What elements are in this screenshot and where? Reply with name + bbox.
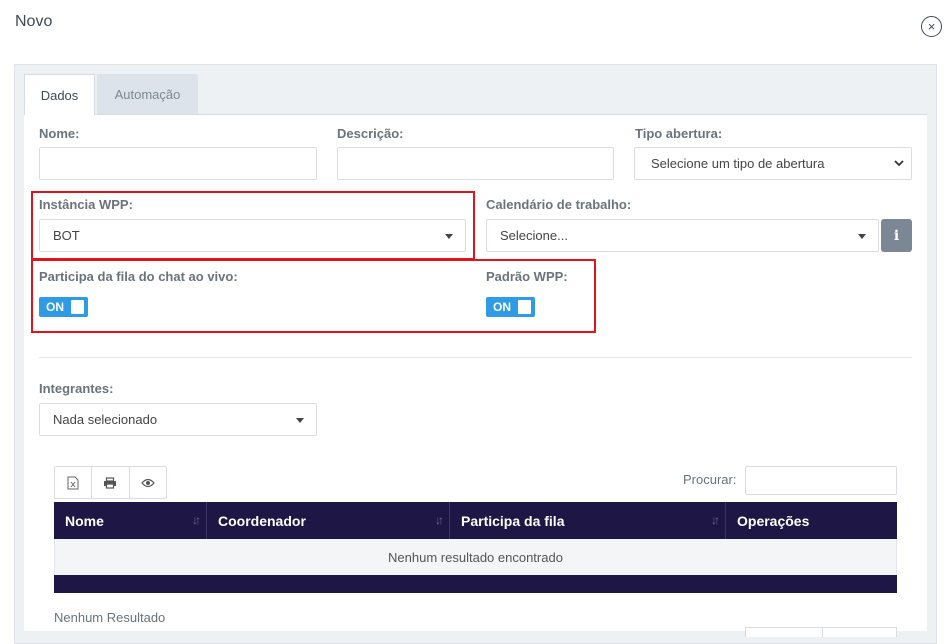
info-icon: i — [893, 227, 900, 244]
section-divider — [39, 357, 912, 358]
table-info-text: Nenhum Resultado — [54, 610, 166, 625]
excel-export-button[interactable] — [55, 467, 93, 498]
search-label: Procurar: — [683, 472, 737, 487]
highlight-box-toggles — [31, 259, 596, 333]
pagination[interactable] — [745, 627, 897, 638]
sort-icon: ↓↑ — [435, 513, 444, 527]
tipo-abertura-value: Selecione um tipo de abertura — [651, 156, 825, 171]
tab-dados[interactable]: Dados — [24, 74, 95, 115]
nome-label: Nome: — [39, 126, 80, 141]
integrantes-label: Integrantes: — [39, 381, 114, 396]
integrantes-select[interactable]: Nada selecionado — [39, 403, 317, 436]
pagination-divider — [822, 628, 823, 638]
tab-automacao[interactable]: Automação — [97, 74, 198, 115]
column-header-nome[interactable]: Nome ↓↑ — [54, 502, 207, 539]
calendario-select[interactable]: Selecione... — [486, 219, 879, 252]
excel-icon — [67, 476, 79, 489]
column-header-label: Coordenador — [218, 512, 306, 529]
print-button[interactable] — [92, 467, 130, 498]
close-icon[interactable]: × — [921, 16, 942, 37]
column-header-label: Nome — [65, 512, 104, 529]
nome-input[interactable] — [39, 147, 317, 180]
table-header: Nome ↓↑ Coordenador ↓↑ Participa da fila… — [54, 502, 897, 539]
calendario-value: Selecione... — [500, 228, 568, 243]
table-export-buttons — [54, 466, 167, 499]
search-input[interactable] — [745, 466, 897, 495]
tipo-abertura-select[interactable]: Selecione um tipo de abertura — [634, 147, 912, 180]
column-header-coordenador[interactable]: Coordenador ↓↑ — [207, 502, 450, 539]
sort-icon: ↓↑ — [711, 513, 720, 527]
empty-message: Nenhum resultado encontrado — [388, 549, 563, 565]
caret-down-icon — [296, 418, 304, 423]
column-header-operacoes: Operações — [726, 502, 897, 539]
integrantes-value: Nada selecionado — [53, 412, 158, 427]
view-columns-button[interactable] — [130, 467, 166, 498]
column-header-label: Participa da fila — [461, 512, 565, 529]
eye-icon — [141, 478, 155, 487]
descricao-input[interactable] — [337, 147, 614, 180]
tipo-abertura-label: Tipo abertura: — [635, 126, 723, 141]
print-icon — [104, 476, 117, 489]
caret-down-icon — [858, 234, 866, 239]
modal-title: Novo — [15, 13, 53, 30]
table-empty-row: Nenhum resultado encontrado — [54, 539, 897, 575]
calendario-label: Calendário de trabalho: — [486, 197, 632, 212]
descricao-label: Descrição: — [337, 126, 404, 141]
chevron-down-icon — [894, 160, 904, 167]
column-header-participa[interactable]: Participa da fila ↓↑ — [450, 502, 726, 539]
sort-icon: ↓↑ — [192, 513, 201, 527]
column-header-label: Operações — [737, 512, 810, 529]
highlight-box-instancia — [31, 191, 475, 260]
info-button[interactable]: i — [881, 219, 912, 252]
table-footer — [54, 575, 897, 593]
